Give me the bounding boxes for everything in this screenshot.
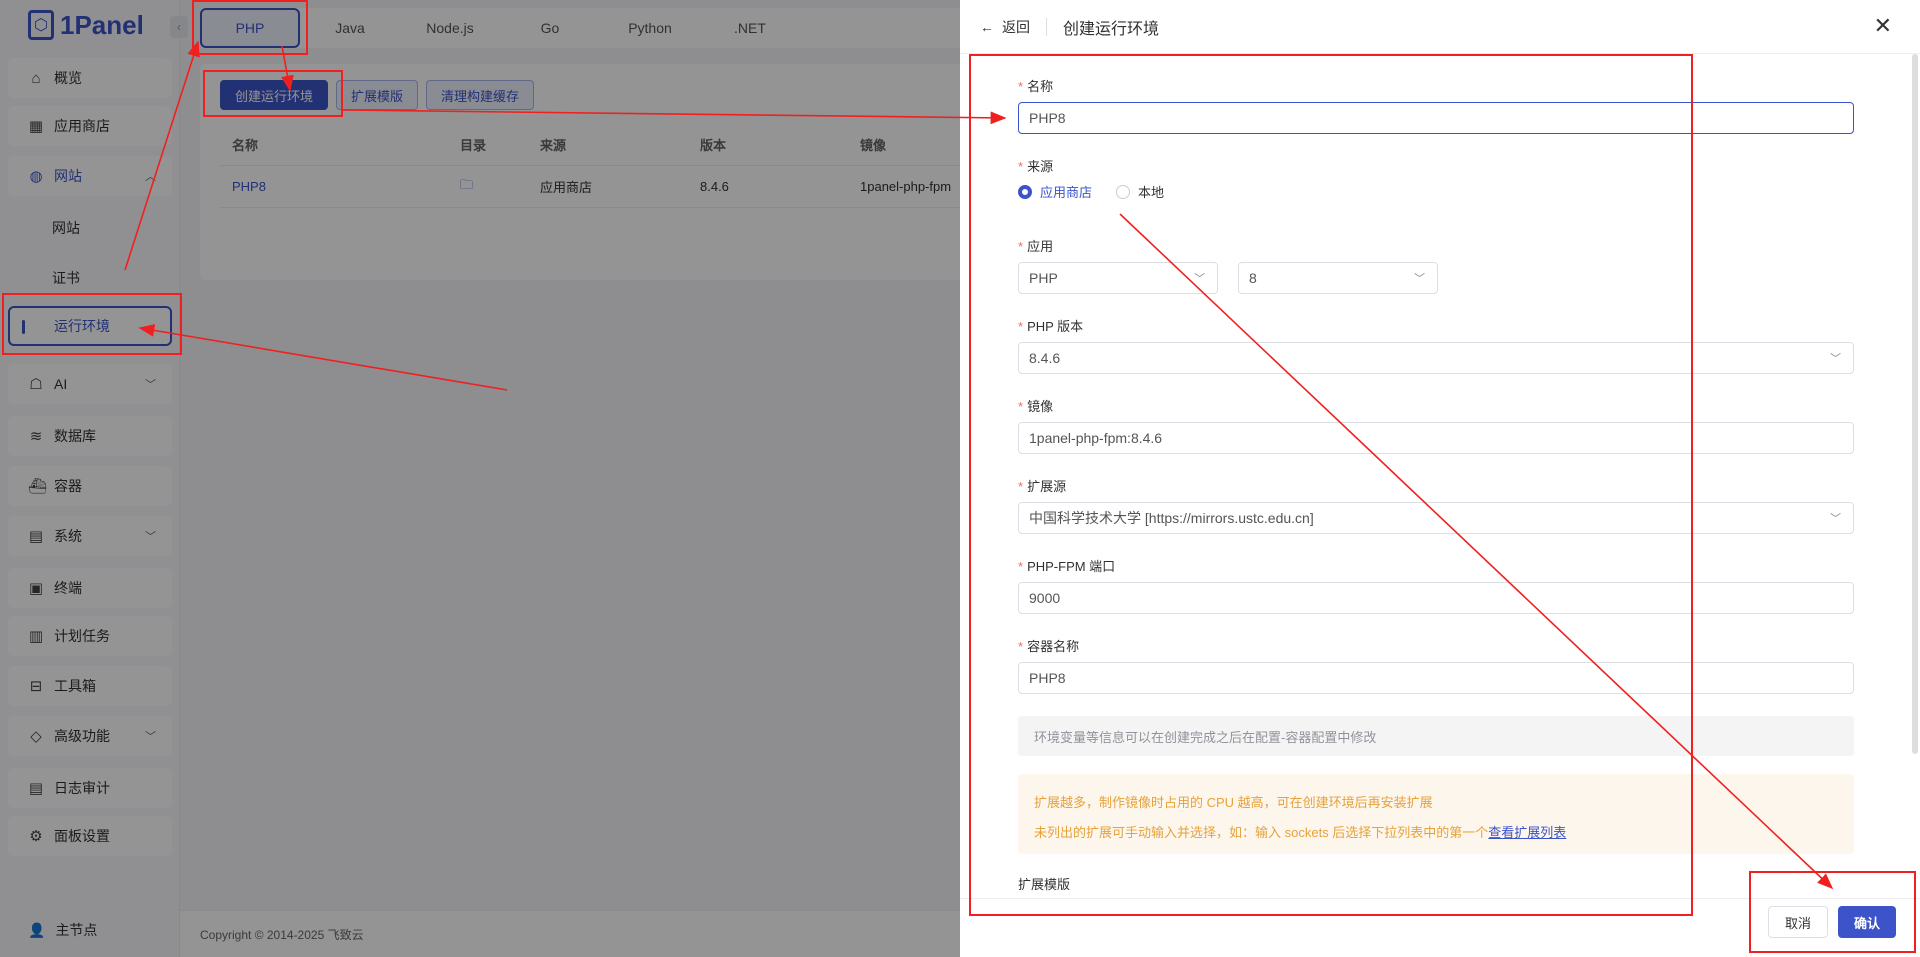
app-version-select[interactable]: 8 ﹀: [1238, 262, 1438, 294]
field-app: * 应用 PHP ﹀ 8 ﹀: [1018, 236, 1854, 294]
source-radio-appstore[interactable]: 应用商店: [1018, 182, 1092, 201]
create-runtime-drawer: ← 返回 创建运行环境 ✕ * 名称 PHP8 * 来源 应用商店 本地 * 应…: [960, 0, 1920, 957]
back-button[interactable]: ← 返回: [980, 17, 1030, 37]
name-input[interactable]: PHP8: [1018, 102, 1854, 134]
php-version-select[interactable]: 8.4.6 ﹀: [1018, 342, 1854, 374]
view-extension-list-link[interactable]: 查看扩展列表: [1488, 825, 1566, 840]
info-alert: 环境变量等信息可以在创建完成之后在配置-容器配置中修改: [1018, 716, 1854, 756]
fpm-port-input[interactable]: 9000: [1018, 582, 1854, 614]
image-input[interactable]: 1panel-php-fpm:8.4.6: [1018, 422, 1854, 454]
source-radio-local[interactable]: 本地: [1116, 182, 1164, 201]
ext-template-label: 扩展模版: [1018, 877, 1071, 892]
app-select[interactable]: PHP ﹀: [1018, 262, 1218, 294]
drawer-header: ← 返回 创建运行环境 ✕: [960, 0, 1920, 54]
field-container-name: * 容器名称 PHP8: [1018, 636, 1854, 694]
container-name-input[interactable]: PHP8: [1018, 662, 1854, 694]
warning-alert: 扩展越多，制作镜像时占用的 CPU 越高，可在创建环境后再安装扩展 未列出的扩展…: [1018, 774, 1854, 854]
drawer-title: 创建运行环境: [1063, 20, 1160, 38]
field-fpm-port: * PHP-FPM 端口 9000: [1018, 556, 1854, 614]
confirm-button[interactable]: 确认: [1838, 906, 1897, 938]
divider: [1046, 17, 1047, 36]
chevron-down-icon: ﹀: [1414, 273, 1425, 285]
close-icon[interactable]: ✕: [1874, 15, 1892, 37]
drawer-scrollbar[interactable]: [1912, 54, 1918, 754]
arrow-left-icon: ←: [980, 18, 994, 35]
field-name: * 名称 PHP8: [1018, 76, 1854, 134]
chevron-down-icon: ﹀: [1830, 513, 1841, 525]
field-ext-source: * 扩展源 中国科学技术大学 [https://mirrors.ustc.edu.…: [1018, 476, 1854, 534]
field-php-version: * PHP 版本 8.4.6 ﹀: [1018, 316, 1854, 374]
radio-checked-icon: [1018, 184, 1032, 199]
field-source: * 来源 应用商店 本地: [1018, 159, 1165, 200]
cancel-button[interactable]: 取消: [1768, 906, 1829, 938]
radio-unchecked-icon: [1116, 184, 1131, 199]
ext-source-select[interactable]: 中国科学技术大学 [https://mirrors.ustc.edu.cn] ﹀: [1018, 502, 1854, 534]
chevron-down-icon: ﹀: [1194, 273, 1205, 285]
chevron-down-icon: ﹀: [1830, 353, 1841, 365]
field-image: * 镜像 1panel-php-fpm:8.4.6: [1018, 396, 1854, 454]
